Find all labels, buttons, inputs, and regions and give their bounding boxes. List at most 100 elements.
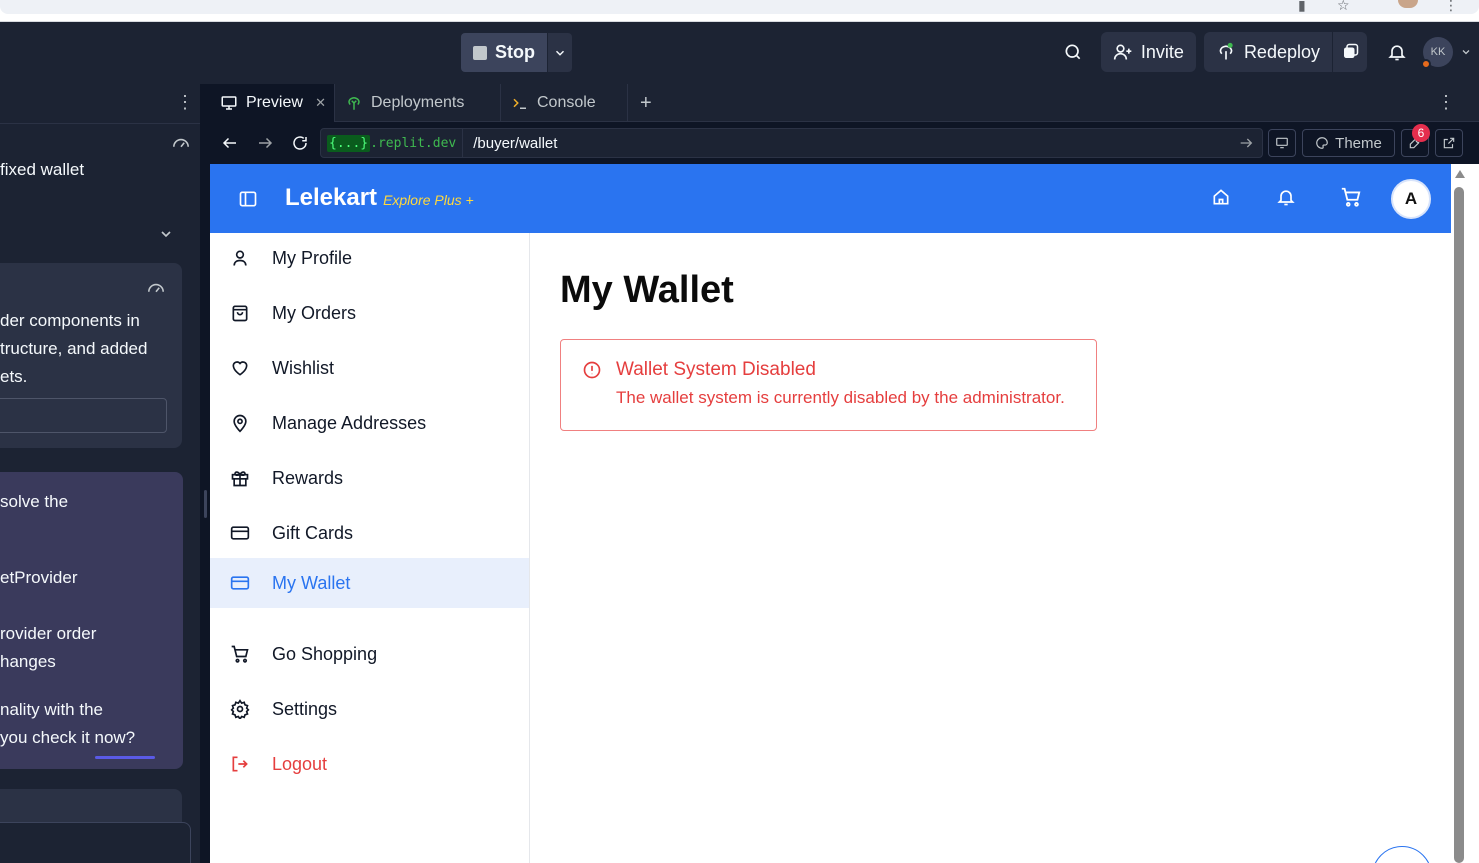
- pane-menu-icon[interactable]: ⋮: [1437, 92, 1455, 113]
- invite-button[interactable]: Invite: [1100, 32, 1196, 72]
- sidebar-item-my-orders[interactable]: My Orders: [210, 288, 529, 338]
- sidebar-toggle-icon[interactable]: [238, 189, 258, 209]
- deployments-icon: [348, 96, 360, 110]
- url-path[interactable]: /buyer/wallet: [463, 135, 557, 152]
- avatar[interactable]: A: [1391, 179, 1431, 219]
- wallet-icon: [230, 576, 250, 590]
- chat-input[interactable]: [0, 822, 191, 863]
- redeploy-options-button[interactable]: [1333, 32, 1367, 72]
- redeploy-button[interactable]: Redeploy: [1203, 32, 1332, 72]
- map-pin-icon: [233, 414, 247, 433]
- reload-icon[interactable]: [291, 134, 309, 152]
- stop-label: Stop: [495, 42, 535, 62]
- browser-chrome: ▮ ☆ ⋮: [0, 0, 1479, 22]
- account-menu-button[interactable]: [1453, 32, 1479, 72]
- invite-label: Invite: [1140, 41, 1184, 62]
- sidebar-item-wishlist[interactable]: Wishlist: [210, 343, 529, 393]
- chevron-down-icon[interactable]: [158, 226, 174, 242]
- chat-fab-button[interactable]: [1372, 846, 1432, 863]
- sidebar-item-my-profile[interactable]: My Profile: [210, 233, 529, 283]
- speed-icon[interactable]: [146, 279, 166, 295]
- devtools-button[interactable]: 6: [1401, 124, 1430, 157]
- shopping-bag-icon: [232, 305, 248, 322]
- user-message-line: solve the: [0, 492, 69, 511]
- sidebar-item-label: Manage Addresses: [272, 412, 427, 433]
- extension-icon[interactable]: ▮: [1298, 0, 1306, 14]
- theme-button[interactable]: Theme: [1302, 129, 1395, 157]
- avatar-initial: A: [1404, 189, 1418, 208]
- sidebar-item-label: My Wallet: [272, 572, 351, 593]
- back-arrow-icon[interactable]: [221, 134, 239, 152]
- sidebar-item-gift-cards[interactable]: Gift Cards: [210, 508, 529, 558]
- chevron-down-icon: [1462, 50, 1470, 55]
- device-icon: [1276, 137, 1288, 149]
- sidebar-item-label: Gift Cards: [272, 522, 354, 543]
- credit-card-icon: [230, 526, 250, 540]
- notifications-button[interactable]: [1377, 32, 1417, 72]
- devtools-badge: 6: [1412, 124, 1430, 142]
- url-host-braces: {...}: [327, 134, 371, 152]
- preview-urlbar: {...} .replit.dev /buyer/wallet Theme 6: [210, 123, 1479, 164]
- search-button[interactable]: [1053, 32, 1093, 72]
- sidebar-item-logout[interactable]: Logout: [210, 739, 529, 789]
- agent-panel: ⋮ fixed wallet der components in tructur…: [0, 84, 200, 863]
- scroll-up-icon[interactable]: [1455, 170, 1465, 178]
- tab-label: Deployments: [371, 94, 465, 111]
- panel-menu-icon[interactable]: ⋮: [176, 92, 194, 113]
- alert-title: Wallet System Disabled: [616, 359, 816, 380]
- new-tab-icon[interactable]: +: [640, 92, 652, 115]
- sidebar-item-settings[interactable]: Settings: [210, 684, 529, 734]
- panel-resize-handle[interactable]: [204, 490, 207, 518]
- tab-label: Preview: [246, 94, 303, 111]
- search-icon: [1065, 44, 1081, 60]
- feedback-input[interactable]: [0, 398, 167, 433]
- close-icon[interactable]: ✕: [315, 95, 326, 111]
- stop-button[interactable]: Stop: [461, 33, 547, 72]
- cart-icon[interactable]: [1340, 186, 1362, 208]
- sidebar-item-label: Settings: [272, 698, 338, 719]
- sidebar-item-label: Logout: [272, 753, 328, 774]
- open-new-tab-button[interactable]: [1435, 129, 1463, 157]
- tab-deployments[interactable]: Deployments: [335, 84, 501, 122]
- agent-message-line: fixed wallet: [0, 160, 85, 179]
- sidebar-item-rewards[interactable]: Rewards: [210, 453, 529, 503]
- alert-description: The wallet system is currently disabled …: [616, 388, 1065, 407]
- tab-preview[interactable]: Preview ✕: [210, 84, 335, 122]
- bell-icon[interactable]: [1276, 186, 1296, 208]
- add-user-icon: [1113, 44, 1132, 60]
- sidebar-item-manage-addresses[interactable]: Manage Addresses: [210, 398, 529, 448]
- redeploy-label: Redeploy: [1243, 41, 1320, 62]
- account-sidebar: My Profile My Orders Wishlist Manage Add…: [210, 233, 530, 863]
- home-icon[interactable]: [1211, 186, 1231, 208]
- cart-icon: [231, 645, 249, 663]
- tab-console[interactable]: Console: [501, 84, 628, 122]
- scrollbar-thumb[interactable]: [1454, 187, 1464, 863]
- deploy-icon: [1219, 42, 1233, 60]
- go-arrow-icon[interactable]: [1238, 135, 1254, 151]
- gear-icon: [230, 699, 250, 719]
- bookmark-star-icon[interactable]: ☆: [1337, 0, 1350, 14]
- speed-icon[interactable]: [171, 134, 191, 150]
- status-dot: [1421, 59, 1431, 69]
- replit-topbar: Stop Invite Redeploy KK: [0, 22, 1479, 84]
- user-message-line: rovider order: [0, 624, 97, 643]
- url-field[interactable]: {...} .replit.dev /buyer/wallet: [320, 128, 1263, 158]
- agent-message-line: tructure, and added: [0, 339, 148, 358]
- device-toggle-button[interactable]: [1268, 129, 1296, 157]
- sidebar-item-go-shopping[interactable]: Go Shopping: [210, 629, 529, 679]
- sidebar-item-label: My Profile: [272, 247, 353, 268]
- sidebar-item-my-wallet[interactable]: My Wallet: [210, 558, 529, 608]
- terminal-icon: [513, 98, 526, 109]
- user-avatar[interactable]: KK: [1421, 37, 1453, 69]
- alert-circle-icon: [583, 361, 601, 379]
- browser-menu-icon[interactable]: ⋮: [1444, 0, 1458, 14]
- run-options-button[interactable]: [548, 33, 572, 72]
- browser-omnibox[interactable]: [0, 0, 1479, 14]
- page-title: My Wallet: [560, 269, 734, 311]
- error-alert: Wallet System Disabled The wallet system…: [560, 339, 1097, 431]
- tab-label: Console: [537, 94, 596, 111]
- brand-logo[interactable]: Lelekart Explore Plus +: [285, 184, 474, 212]
- brand-tagline: Explore Plus +: [383, 192, 474, 208]
- sidebar-item-label: Go Shopping: [272, 643, 378, 664]
- forward-arrow-icon[interactable]: [256, 134, 274, 152]
